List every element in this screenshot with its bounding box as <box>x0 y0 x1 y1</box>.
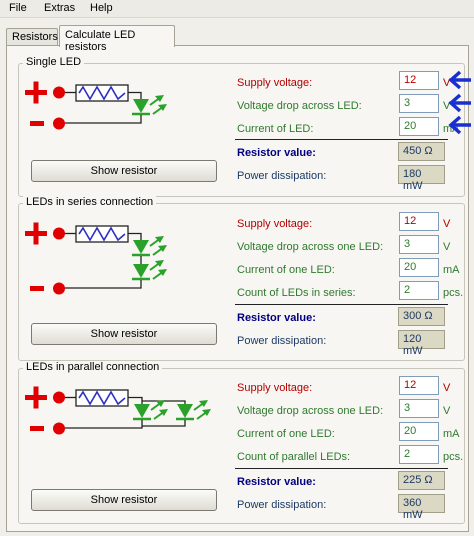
power-dissipation-output: 180 mW <box>398 165 445 192</box>
led-count-input[interactable]: 2 <box>399 281 439 300</box>
voltage-drop-label: Voltage drop across one LED: <box>237 241 384 253</box>
voltage-drop-unit: V <box>443 241 451 253</box>
annotation-arrow-icon <box>448 115 471 135</box>
led-icon <box>132 260 167 281</box>
separator-line <box>235 304 448 305</box>
led-icon <box>132 236 167 257</box>
resistor-value-label: Resistor value: <box>237 476 316 488</box>
led-count-label: Count of LEDs in series: <box>237 287 356 299</box>
led-current-input[interactable]: 20 <box>399 117 439 136</box>
led-current-label: Current of one LED: <box>237 264 335 276</box>
supply-voltage-input[interactable]: 12 <box>399 71 439 90</box>
menu-help[interactable]: Help <box>90 2 113 14</box>
separator-line <box>235 139 448 140</box>
power-dissipation-label: Power dissipation: <box>237 170 327 182</box>
tab-calculate-led-resistors[interactable]: Calculate LED resistors <box>59 25 175 53</box>
negative-node <box>53 117 65 130</box>
annotation-arrow-icon <box>448 93 471 113</box>
plus-terminal-icon <box>25 81 47 104</box>
tab-bar: Resistors Calculate LED resistors <box>0 24 474 53</box>
supply-voltage-label: Supply voltage: <box>237 382 313 394</box>
led-count-input[interactable]: 2 <box>399 445 439 464</box>
led-icon <box>176 400 211 421</box>
supply-voltage-unit: V <box>443 382 451 394</box>
voltage-drop-input[interactable]: 3 <box>399 94 439 113</box>
positive-node <box>53 86 65 99</box>
group-leds-in-parallel: LEDs in parallel connection Supply volta… <box>18 361 465 524</box>
voltage-drop-input[interactable]: 3 <box>399 235 439 254</box>
supply-voltage-unit: V <box>443 218 451 230</box>
led-count-label: Count of parallel LEDs: <box>237 451 351 463</box>
negative-node <box>53 282 65 295</box>
voltage-drop-unit: V <box>443 405 451 417</box>
led-current-unit: mA <box>443 264 460 276</box>
positive-node <box>53 391 65 404</box>
led-current-label: Current of LED: <box>237 123 314 135</box>
menu-extras[interactable]: Extras <box>44 2 75 14</box>
resistor-icon <box>75 225 129 243</box>
voltage-drop-label: Voltage drop across LED: <box>237 100 362 112</box>
menu-file[interactable]: File <box>9 2 27 14</box>
annotation-arrows <box>448 70 471 135</box>
resistor-icon <box>75 84 129 102</box>
resistor-value-label: Resistor value: <box>237 312 316 324</box>
power-dissipation-label: Power dissipation: <box>237 335 327 347</box>
led-current-input[interactable]: 20 <box>399 258 439 277</box>
resistor-value-output: 300 Ω <box>398 307 445 326</box>
power-dissipation-output: 360 mW <box>398 494 445 521</box>
negative-node <box>53 422 65 435</box>
minus-terminal-icon <box>30 286 44 291</box>
resistor-value-output: 225 Ω <box>398 471 445 490</box>
resistor-icon <box>75 389 129 407</box>
resistor-value-output: 450 Ω <box>398 142 445 161</box>
resistor-value-label: Resistor value: <box>237 147 316 159</box>
minus-terminal-icon <box>30 121 44 126</box>
led-current-unit: mA <box>443 428 460 440</box>
single-led-circuit <box>25 81 167 130</box>
led-count-unit: pcs. <box>443 451 464 463</box>
plus-terminal-icon <box>25 386 47 409</box>
led-icon <box>133 400 168 421</box>
plus-terminal-icon <box>25 222 47 245</box>
power-dissipation-output: 120 mW <box>398 330 445 357</box>
supply-voltage-label: Supply voltage: <box>237 218 313 230</box>
show-resistor-button[interactable]: Show resistor <box>31 323 217 345</box>
series-led-circuit <box>25 222 167 295</box>
led-current-label: Current of one LED: <box>237 428 335 440</box>
voltage-drop-input[interactable]: 3 <box>399 399 439 418</box>
parallel-led-circuit <box>25 386 211 435</box>
supply-voltage-label: Supply voltage: <box>237 77 313 89</box>
tab-panel: Single LED Supply voltage: 12 V Voltage … <box>6 45 469 532</box>
led-icon <box>132 95 167 116</box>
menu-bar: File Extras Help <box>0 0 474 18</box>
group-single-led: Single LED Supply voltage: 12 V Voltage … <box>18 56 465 197</box>
annotation-arrow-icon <box>448 70 471 90</box>
minus-terminal-icon <box>30 426 44 431</box>
supply-voltage-input[interactable]: 12 <box>399 376 439 395</box>
led-current-input[interactable]: 20 <box>399 422 439 441</box>
show-resistor-button[interactable]: Show resistor <box>31 160 217 182</box>
voltage-drop-label: Voltage drop across one LED: <box>237 405 384 417</box>
supply-voltage-input[interactable]: 12 <box>399 212 439 231</box>
separator-line <box>235 468 448 469</box>
power-dissipation-label: Power dissipation: <box>237 499 327 511</box>
group-leds-in-series: LEDs in series connection Supply voltage… <box>18 196 465 361</box>
show-resistor-button[interactable]: Show resistor <box>31 489 217 511</box>
led-count-unit: pcs. <box>443 287 464 299</box>
positive-node <box>53 227 65 240</box>
